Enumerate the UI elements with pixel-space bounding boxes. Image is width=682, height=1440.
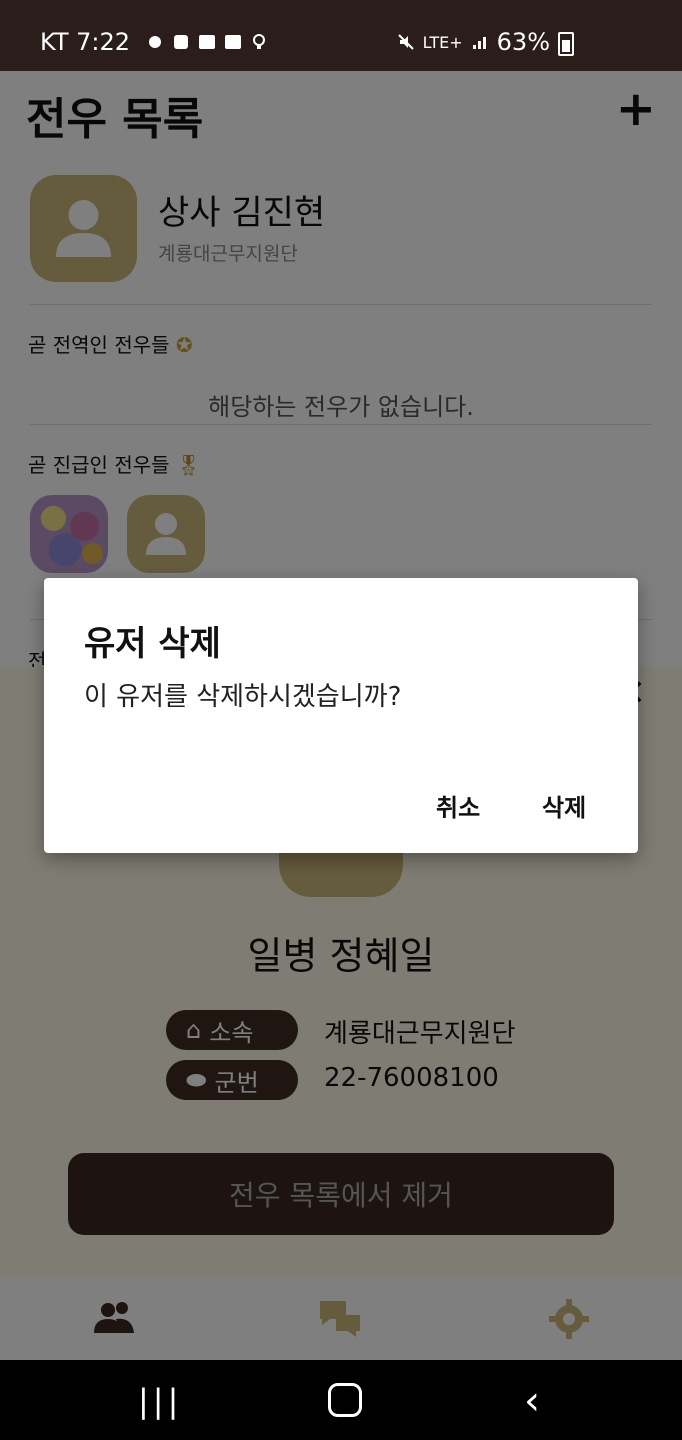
dialog-title: 유저 삭제 (84, 624, 221, 664)
alarm-icon (174, 35, 189, 49)
mute-icon (397, 34, 414, 50)
battery-percent: 63% (496, 28, 550, 56)
delete-button[interactable]: 삭제 (542, 788, 586, 823)
dialog-message: 이 유저를 삭제하시겠습니까? (84, 682, 402, 712)
signal-icon (472, 37, 486, 49)
image-icon-2 (225, 35, 242, 49)
status-right: LTE+ 63% (397, 28, 574, 56)
cancel-button[interactable]: 취소 (436, 788, 480, 823)
status-bar: KT 7:22 LTE+ 63% (0, 0, 682, 71)
notification-icon (149, 36, 162, 48)
recents-icon[interactable]: ||| (138, 1382, 182, 1420)
back-icon[interactable]: ‹ (524, 1378, 540, 1424)
home-icon[interactable] (328, 1383, 362, 1417)
delete-user-dialog: 유저 삭제 이 유저를 삭제하시겠습니까? 취소 삭제 (44, 578, 638, 853)
carrier-time: KT 7:22 (40, 28, 131, 56)
bulb-icon (253, 34, 266, 49)
status-left: KT 7:22 (40, 28, 268, 56)
network-label: LTE+ (422, 32, 463, 52)
image-icon (199, 35, 216, 49)
system-nav-bar: ||| ‹ (0, 1360, 682, 1440)
battery-icon (558, 32, 574, 56)
